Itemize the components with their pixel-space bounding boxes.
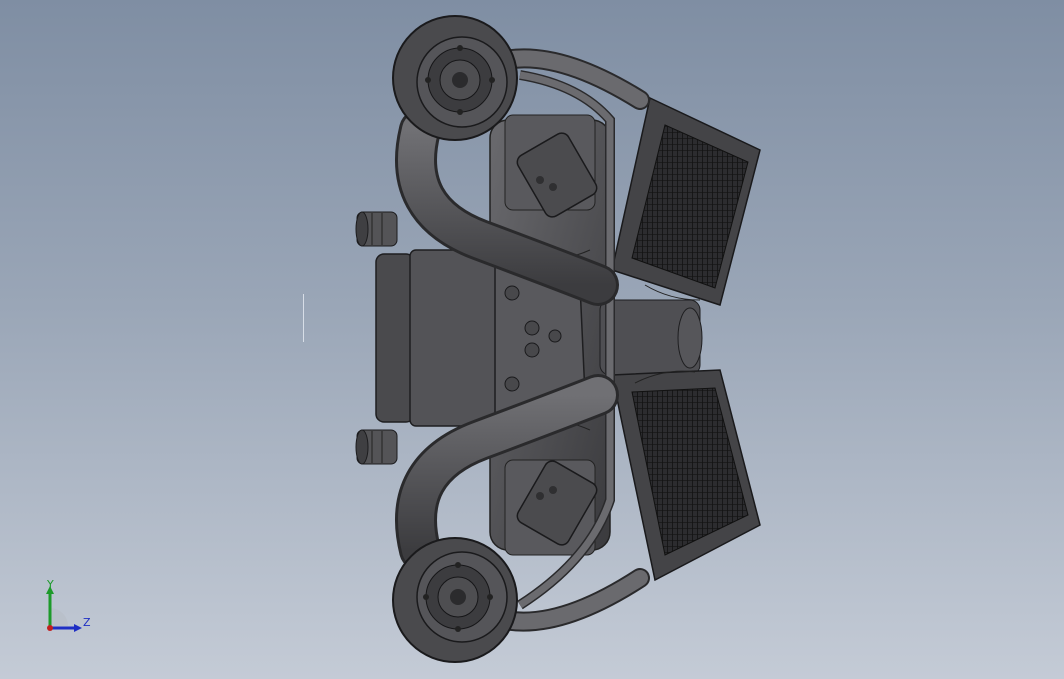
engine-assembly-model[interactable] (0, 0, 1064, 679)
turbocharger-lower (392, 537, 518, 663)
pulley-upper (355, 211, 398, 247)
pulley-lower (355, 429, 398, 465)
y-axis-label: Y (46, 578, 54, 591)
intercooler-upper (611, 96, 761, 306)
reference-triad: Y Z (46, 578, 91, 632)
center-coupling (599, 299, 703, 376)
graphics-viewport[interactable]: Y Z (0, 0, 1064, 679)
x-axis-point (47, 625, 53, 631)
turbocharger-upper (392, 15, 518, 141)
z-axis-label: Z (83, 616, 91, 629)
intercooler-lower (611, 369, 761, 582)
cursor-marker (303, 294, 304, 342)
